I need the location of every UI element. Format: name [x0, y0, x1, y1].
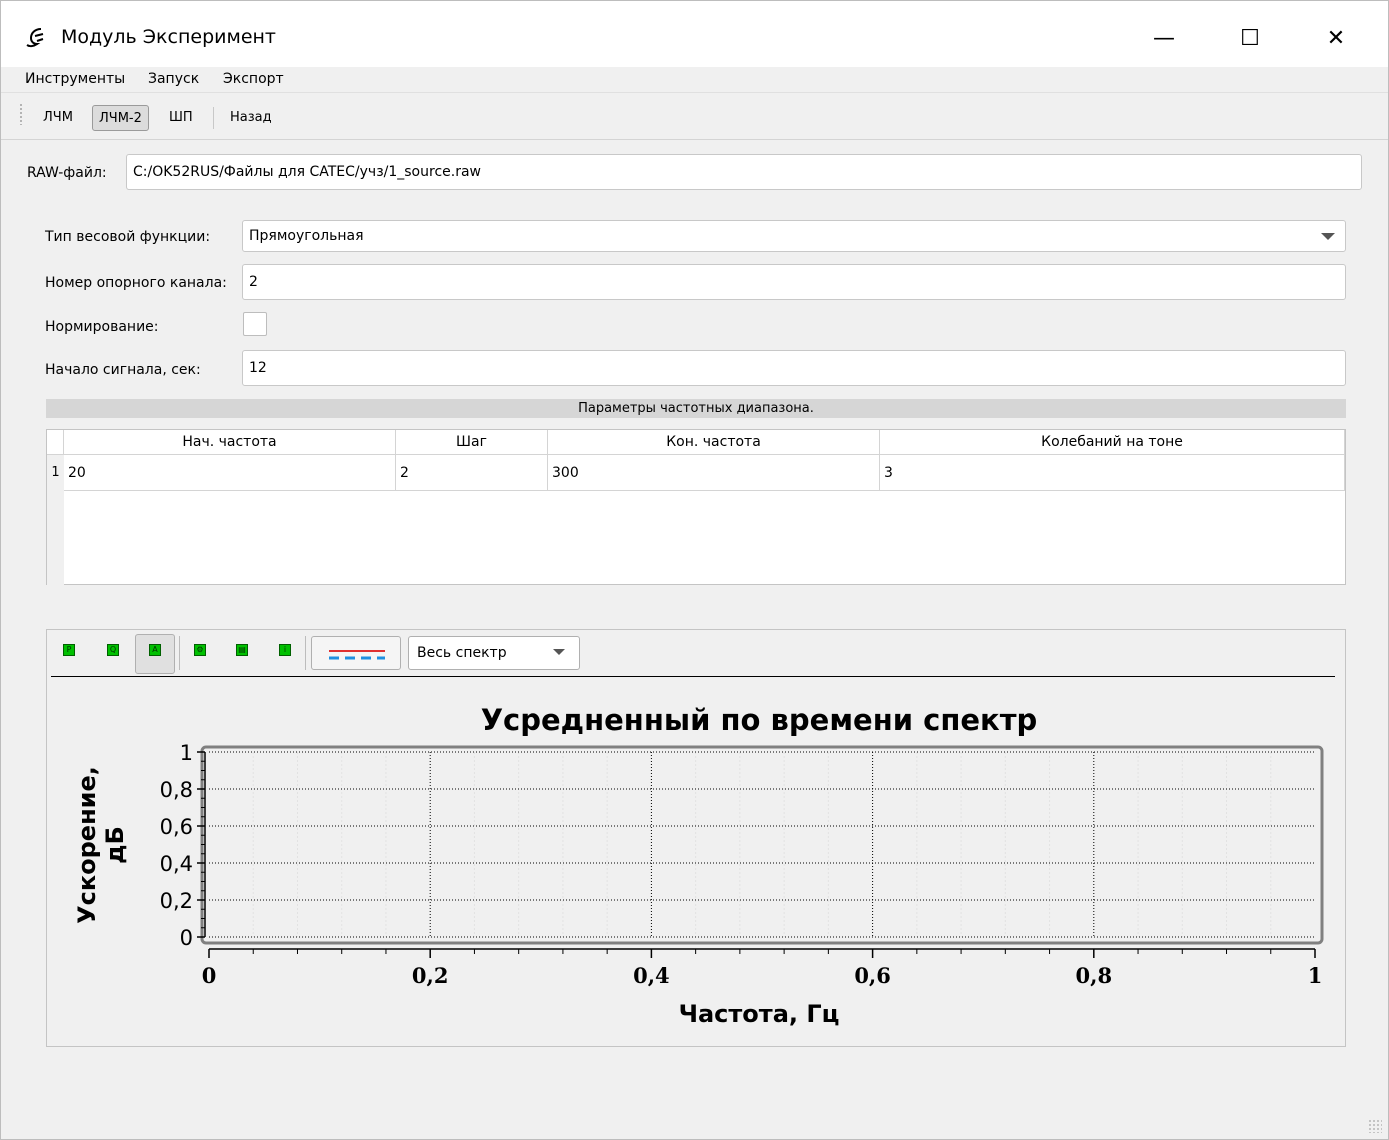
chevron-down-icon	[1321, 233, 1335, 240]
chevron-down-icon	[553, 649, 565, 655]
raw-file-input[interactable]: C:/OK52RUS/Файлы для CATEC/учз/1_source.…	[126, 154, 1362, 190]
close-button[interactable]: ✕	[1313, 17, 1359, 59]
title-bar: Модуль Эксперимент — ☐ ✕	[1, 1, 1388, 67]
pan-icon[interactable]: P	[63, 644, 75, 656]
normalization-checkbox[interactable]	[243, 312, 267, 336]
zoom-icon[interactable]: Q	[107, 644, 119, 656]
maximize-icon: ☐	[1240, 25, 1260, 51]
x-tick-label: 0,4	[633, 963, 670, 988]
weight-function-value: Прямоугольная	[249, 228, 364, 244]
app-logo-icon	[21, 25, 49, 53]
close-icon: ✕	[1326, 25, 1346, 51]
column-header-start-freq[interactable]: Нач. частота	[64, 430, 396, 455]
info-icon[interactable]: i	[279, 644, 291, 656]
resize-grip-icon[interactable]	[1368, 1119, 1382, 1133]
raw-file-label: RAW-файл:	[27, 165, 107, 181]
y-tick-label: 0,4	[160, 852, 193, 876]
menu-export[interactable]: Экспорт	[223, 71, 284, 87]
toolbar-grip-icon[interactable]	[19, 103, 23, 125]
row-header-1[interactable]: 1	[47, 455, 64, 491]
cell-step[interactable]: 2	[396, 455, 548, 491]
column-header-oscillations[interactable]: Колебаний на тоне	[880, 430, 1345, 455]
plot-frame	[200, 745, 1324, 945]
toolbar-separator	[213, 107, 214, 129]
window-title: Модуль Эксперимент	[61, 26, 277, 48]
column-header-step[interactable]: Шаг	[396, 430, 548, 455]
y-tick-label: 1	[180, 741, 193, 765]
menu-bar: Инструменты Запуск Экспорт	[1, 67, 1388, 93]
weight-function-select[interactable]: Прямоугольная	[242, 220, 1346, 252]
autoscale-icon[interactable]: A	[149, 644, 161, 656]
y-tick-label: 0,6	[160, 815, 193, 839]
plot-toolbar-divider	[51, 676, 1335, 677]
spectrum-mode-select[interactable]: Весь спектр	[408, 636, 580, 670]
x-axis-label: Частота, Гц	[679, 1000, 840, 1028]
y-axis-label-line1: Ускорение,	[73, 766, 101, 924]
lfm2-button[interactable]: ЛЧМ-2	[92, 105, 149, 131]
menu-run[interactable]: Запуск	[148, 71, 199, 87]
cell-end-freq[interactable]: 300	[548, 455, 880, 491]
y-tick-label: 0	[180, 926, 193, 950]
cell-oscillations[interactable]: 3	[880, 455, 1345, 491]
plot-grid	[209, 751, 1315, 938]
spectrum-chart[interactable]: Усредненный по времени спектр 0 0,2 0,4 0,6…	[47, 678, 1343, 1048]
menu-tools[interactable]: Инструменты	[25, 71, 125, 87]
chart-title: Усредненный по времени спектр	[481, 703, 1038, 737]
settings-icon[interactable]: ⚙	[194, 644, 206, 656]
back-button[interactable]: Назад	[224, 105, 278, 131]
minimize-button[interactable]: —	[1141, 17, 1187, 59]
table-corner	[47, 430, 64, 455]
y-axis-label-group: Ускорение, дБ	[73, 766, 129, 924]
legend-button[interactable]	[311, 636, 401, 670]
lfm-button[interactable]: ЛЧМ	[37, 105, 79, 131]
normalization-label: Нормирование:	[45, 319, 159, 335]
reference-channel-input[interactable]: 2	[242, 264, 1346, 300]
spectrum-mode-value: Весь спектр	[417, 645, 507, 661]
print-icon[interactable]: ▤	[236, 644, 248, 656]
weight-function-label: Тип весовой функции:	[45, 229, 211, 245]
signal-start-input[interactable]: 12	[242, 350, 1346, 386]
cell-start-freq[interactable]: 20	[64, 455, 396, 491]
plot-toolbar-separator	[305, 636, 306, 670]
column-header-end-freq[interactable]: Кон. частота	[548, 430, 880, 455]
signal-start-label: Начало сигнала, сек:	[45, 362, 201, 378]
plot-toolbar-separator	[179, 636, 180, 670]
spectrum-plot-panel: P Q A ⚙ ▤ i Весь спектр Усредненный по в…	[46, 629, 1346, 1047]
x-tick-label: 0	[202, 963, 217, 988]
reference-channel-label: Номер опорного канала:	[45, 275, 227, 291]
y-tick-label: 0,2	[160, 889, 193, 913]
x-tick-label: 0,8	[1076, 963, 1113, 988]
x-axis: 0 0,2 0,4 0,6 0,8 1	[202, 948, 1323, 988]
mode-toolbar: ЛЧМ ЛЧМ-2 ШП Назад	[1, 93, 1388, 140]
y-tick-label: 0,8	[160, 778, 193, 802]
y-axis-label-line2: дБ	[101, 826, 129, 864]
x-tick-label: 0,2	[412, 963, 449, 988]
legend-lines-icon	[329, 650, 385, 660]
y-axis: 0 0,2 0,4 0,6 0,8 1	[160, 741, 206, 950]
x-tick-label: 0,6	[854, 963, 891, 988]
noise-button[interactable]: ШП	[163, 105, 199, 131]
freq-range-table: Нач. частота Шаг Кон. частота Колебаний …	[46, 429, 1346, 585]
app-window: Модуль Эксперимент — ☐ ✕ Инструменты Зап…	[0, 0, 1389, 1140]
maximize-button[interactable]: ☐	[1227, 17, 1273, 59]
x-tick-label: 1	[1308, 963, 1323, 988]
freq-params-header: Параметры частотных диапазона.	[46, 399, 1346, 418]
minimize-icon: —	[1153, 25, 1175, 51]
